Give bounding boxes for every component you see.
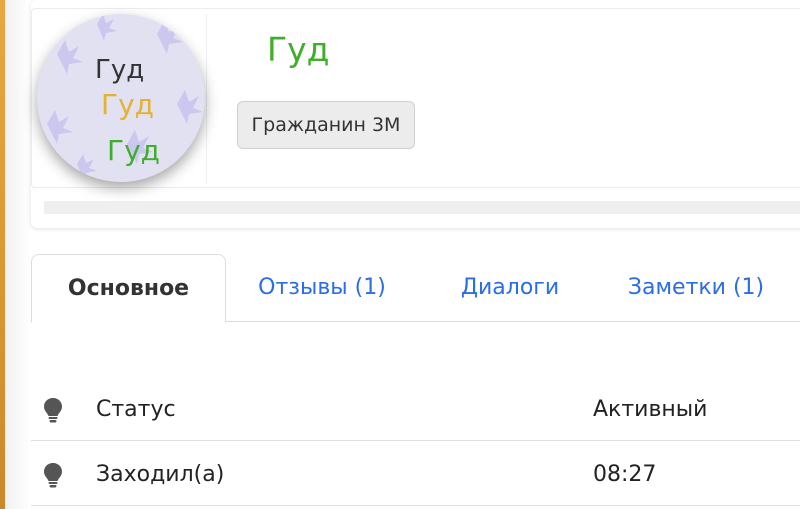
tab-reviews[interactable]: Отзывы (1) [245, 254, 399, 321]
lightbulb-icon [43, 397, 63, 423]
info-row-last-seen: Заходил(а) 08:27 [31, 443, 800, 506]
status-label: Статус [96, 396, 176, 422]
last-seen-value: 08:27 [593, 461, 657, 487]
progress-bar [44, 201, 800, 214]
avatar-text-2: Гуд [101, 88, 154, 121]
avatar-text-1: Гуд [95, 55, 144, 85]
tab-notes[interactable]: Заметки (1) [613, 254, 779, 321]
info-row-status: Статус Активный [31, 378, 800, 441]
tab-bar: Основное Отзывы (1) Диалоги Заметки (1) [31, 254, 800, 323]
status-value: Активный [593, 396, 708, 422]
avatar[interactable]: Гуд Гуд Гуд [37, 14, 205, 182]
last-seen-label: Заходил(а) [96, 461, 225, 487]
avatar-text-3: Гуд [107, 134, 160, 167]
user-name[interactable]: Гуд [267, 30, 329, 69]
lightbulb-icon [43, 462, 63, 488]
window-shadow [5, 0, 31, 509]
tab-dialogs[interactable]: Диалоги [447, 254, 573, 321]
profile-card: Гуд Гуд Гуд [31, 0, 800, 228]
tab-main[interactable]: Основное [31, 254, 226, 323]
avatar-image: Гуд Гуд Гуд [47, 14, 203, 181]
rank-badge: Гражданин 3М [237, 101, 415, 149]
